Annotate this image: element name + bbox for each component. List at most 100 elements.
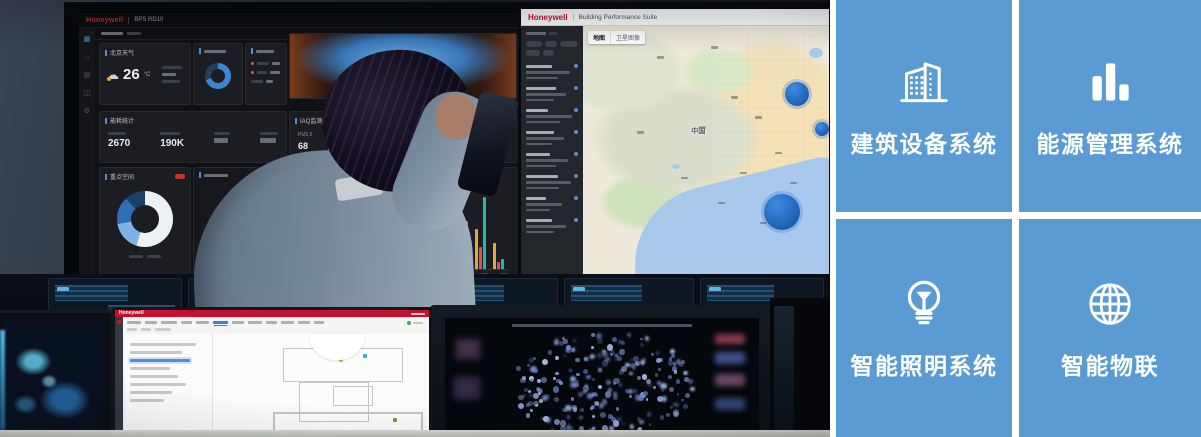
filter-chips	[526, 41, 578, 56]
point-cloud-dot	[681, 399, 684, 402]
header-skeleton	[526, 32, 546, 35]
app-subtab-row	[115, 326, 429, 331]
point-cloud-dot	[553, 386, 559, 392]
building-icon	[896, 54, 952, 110]
app-side-rail	[115, 317, 123, 437]
site-title-skeleton	[526, 109, 548, 112]
status-dot	[407, 321, 411, 325]
site-title-skeleton	[526, 87, 556, 90]
point-cloud-dot	[567, 415, 571, 419]
point-cloud-dot	[671, 354, 675, 358]
point-cloud-dot	[586, 375, 590, 379]
subtab-skeleton	[155, 328, 171, 331]
point-cloud-dot	[570, 382, 577, 389]
label-skeleton	[160, 132, 180, 135]
point-cloud-dot	[613, 382, 616, 385]
weather-title-text: 北京天气	[110, 48, 134, 57]
tree-row-skeleton	[130, 343, 196, 346]
point-cloud-dot	[554, 397, 559, 402]
bar	[497, 262, 500, 269]
chart-icon: ◫	[84, 90, 91, 97]
point-cloud-dot	[653, 386, 656, 389]
point-cloud-dot	[676, 379, 681, 384]
energy-card: 能耗统计 2670 190K	[99, 111, 287, 163]
point-cloud-dot	[640, 360, 645, 365]
point-cloud-dot	[656, 358, 661, 363]
map-type-toggle: 地图 卫星图像	[588, 31, 645, 44]
map-cluster-marker	[815, 122, 829, 136]
site-list-item	[526, 218, 578, 233]
app-tab-skeleton	[298, 321, 310, 324]
point-cloud-dot	[602, 426, 605, 429]
filter-chip	[560, 41, 578, 47]
list-icon: ▤	[84, 72, 91, 79]
point-cloud-dot	[666, 413, 670, 417]
temperature-value: 26	[123, 66, 140, 83]
point-cloud-dot	[526, 403, 530, 407]
value-skeleton	[266, 80, 273, 83]
tile-smart-lighting[interactable]: 智能照明系统	[836, 219, 1012, 437]
point-cloud-dot	[610, 353, 613, 356]
tile-energy-management[interactable]: 能源管理系统	[1019, 0, 1201, 212]
header-skeleton	[549, 32, 557, 35]
sun-dot	[107, 77, 111, 81]
weather-card-title: 北京天气	[100, 44, 190, 57]
energy-metric	[260, 132, 278, 149]
alert-card	[245, 43, 287, 105]
point-cloud-dot	[690, 387, 695, 392]
point-cloud-dot	[651, 353, 655, 357]
point-cloud-dot	[633, 389, 637, 393]
title-tick	[199, 48, 201, 54]
site-address-skeleton	[526, 99, 554, 102]
filter-chip	[543, 50, 554, 56]
point-cloud	[502, 324, 702, 437]
point-cloud-dot	[684, 377, 689, 382]
subtab-skeleton	[141, 328, 151, 331]
value-skeleton	[214, 138, 228, 143]
point-cloud-dot	[545, 417, 551, 423]
teal-sensor-dot	[363, 354, 367, 358]
desk-monitor-edge	[770, 298, 830, 437]
point-cloud-dot	[533, 369, 537, 373]
site-count-badge	[574, 64, 578, 68]
point-cloud-dot	[670, 406, 673, 409]
point-cloud-dot	[619, 383, 623, 387]
site-title-row	[526, 86, 578, 90]
bar-group	[475, 197, 486, 269]
bar	[501, 259, 504, 269]
card-title-skeleton	[194, 44, 242, 54]
value-skeleton	[260, 138, 276, 143]
site-address-skeleton	[526, 143, 552, 146]
energy-value: 190K	[160, 138, 184, 149]
tile-smart-iot[interactable]: 智能物联	[1019, 219, 1201, 437]
subnav-tab-skeleton	[101, 32, 123, 35]
point-cloud-dot	[674, 370, 677, 373]
filter-chip	[545, 41, 557, 47]
app-tab-skeleton	[181, 321, 192, 324]
tile-label: 能源管理系统	[1037, 125, 1184, 159]
bar	[483, 197, 486, 269]
page: Honeywell BPS RD10 ▦ ⌂ ▤ ◫ ⚙ 北京天气	[0, 0, 1201, 437]
site-count-badge	[574, 130, 578, 134]
sea-inlet	[809, 48, 823, 58]
point-cloud-dot	[649, 423, 652, 426]
lightbulb-icon	[896, 276, 952, 332]
point-cloud-dot	[637, 376, 642, 381]
tree-row-skeleton	[130, 351, 182, 354]
point-cloud-dot	[591, 346, 594, 349]
app-tab-skeleton	[161, 321, 177, 324]
bar	[475, 229, 478, 269]
site-address-skeleton	[526, 225, 566, 228]
point-cloud-dot	[542, 359, 548, 365]
point-cloud-dot	[613, 395, 618, 400]
country-label: 中国	[691, 126, 705, 136]
green-sensor-dot	[393, 418, 397, 422]
point-cloud-dot	[605, 357, 610, 362]
panel-smudge	[715, 374, 745, 386]
city-label	[755, 116, 762, 119]
site-count-badge	[574, 174, 578, 178]
header-skeleton	[411, 313, 425, 315]
site-address-skeleton	[526, 121, 560, 124]
tile-building-systems[interactable]: 建筑设备系统	[836, 0, 1012, 212]
site-list-item	[526, 174, 578, 189]
